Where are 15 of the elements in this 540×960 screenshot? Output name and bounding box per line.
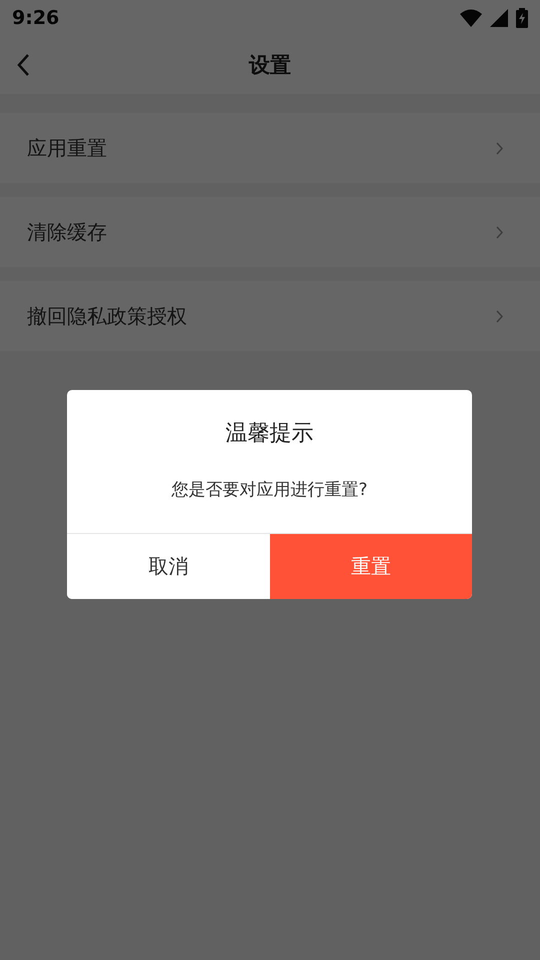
- settings-item[interactable]: 清除缓存: [0, 197, 540, 267]
- settings-item[interactable]: 应用重置: [0, 113, 540, 183]
- back-icon[interactable]: [16, 53, 30, 77]
- battery-icon: [516, 8, 528, 28]
- dialog-message: 您是否要对应用进行重置?: [170, 479, 369, 501]
- wifi-icon: [460, 9, 482, 27]
- chevron-icon: [496, 226, 504, 238]
- chevron-icon: [496, 142, 504, 154]
- dialog-title: 温馨提示: [224, 420, 314, 448]
- settings-item[interactable]: 撤回隐私政策授权: [0, 281, 540, 351]
- signal-icon: [490, 9, 508, 27]
- page-title: 设置: [249, 52, 291, 79]
- status-time: 9:26: [12, 7, 60, 29]
- chevron-icon: [496, 310, 504, 322]
- confirm-button[interactable]: 重置: [270, 534, 472, 599]
